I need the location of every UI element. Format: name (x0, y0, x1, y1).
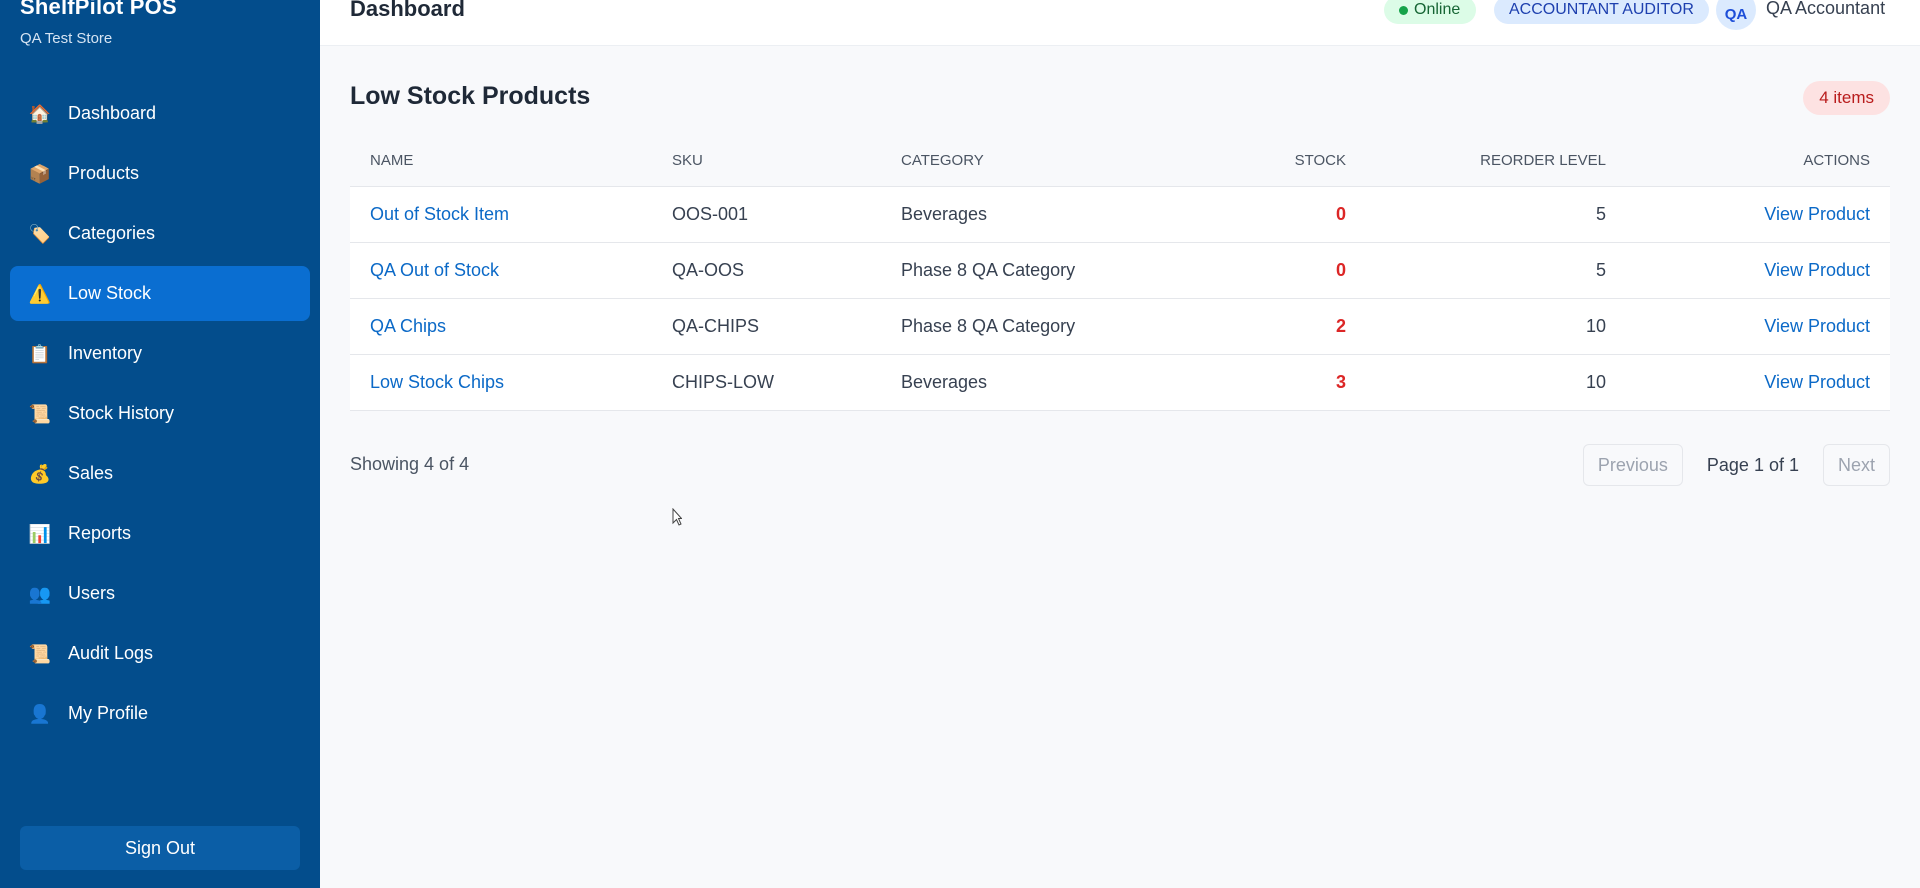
bar-chart-icon: 📊 (28, 523, 52, 544)
status-label: Online (1414, 1, 1461, 18)
category-cell: Phase 8 QA Category (881, 298, 1181, 355)
column-header-stock: STOCK (1181, 136, 1366, 187)
column-header-category: CATEGORY (881, 136, 1181, 187)
sku-cell: OOS-001 (652, 186, 881, 243)
sidebar-item-dashboard[interactable]: 🏠 Dashboard (10, 86, 310, 141)
stock-cell: 0 (1335, 259, 1346, 280)
clipboard-icon: 📋 (28, 343, 52, 364)
reorder-level-cell: 10 (1366, 298, 1626, 355)
money-bag-icon: 💰 (28, 463, 52, 484)
avatar[interactable]: QA (1716, 0, 1756, 30)
sidebar-item-my-profile[interactable]: 👤 My Profile (10, 686, 310, 741)
section-title: Low Stock Products (350, 82, 591, 110)
sidebar: ShelfPilot POS QA Test Store 🏠 Dashboard… (0, 0, 320, 888)
category-cell: Phase 8 QA Category (881, 242, 1181, 299)
user-name[interactable]: QA Accountant (1766, 0, 1885, 19)
stock-cell: 2 (1335, 315, 1346, 336)
column-header-name: NAME (350, 136, 652, 187)
item-count-badge: 4 items (1803, 81, 1890, 115)
showing-count: Showing 4 of 4 (350, 454, 470, 474)
sidebar-item-products[interactable]: 📦 Products (10, 146, 310, 201)
sidebar-item-label: Inventory (68, 343, 143, 363)
sidebar-nav: 🏠 Dashboard 📦 Products 🏷️ Categories ⚠️ … (10, 86, 310, 746)
next-page-button[interactable]: Next (1822, 444, 1890, 486)
warning-icon: ⚠️ (28, 283, 52, 304)
top-header: Dashboard Online ACCOUNTANT AUDITOR QA Q… (320, 0, 1920, 46)
brand-name: ShelfPilot POS (20, 0, 177, 19)
column-header-reorder-level: REORDER LEVEL (1366, 136, 1626, 187)
category-cell: Beverages (881, 354, 1181, 411)
category-cell: Beverages (881, 186, 1181, 243)
package-icon: 📦 (28, 163, 52, 184)
sidebar-item-reports[interactable]: 📊 Reports (10, 506, 310, 561)
view-product-link[interactable]: View Product (1764, 372, 1870, 392)
stock-cell: 0 (1335, 203, 1346, 224)
table-row: Low Stock Chips CHIPS-LOW Beverages 3 10… (350, 354, 1890, 411)
sidebar-item-label: My Profile (68, 703, 149, 723)
sidebar-item-categories[interactable]: 🏷️ Categories (10, 206, 310, 261)
tag-icon: 🏷️ (28, 223, 52, 244)
store-name: QA Test Store (20, 30, 113, 47)
scroll-icon: 📜 (28, 643, 52, 664)
status-badge: Online (1384, 0, 1477, 24)
page-info: Page 1 of 1 (1706, 454, 1799, 475)
sidebar-item-label: Reports (68, 523, 132, 543)
view-product-link[interactable]: View Product (1764, 204, 1870, 224)
sidebar-item-audit-logs[interactable]: 📜 Audit Logs (10, 626, 310, 681)
sku-cell: QA-OOS (652, 242, 881, 299)
table-header-row: NAME SKU CATEGORY STOCK REORDER LEVEL AC… (350, 136, 1890, 187)
sidebar-item-label: Stock History (68, 403, 175, 423)
scroll-icon: 📜 (28, 403, 52, 424)
sku-cell: CHIPS-LOW (652, 354, 881, 411)
sku-cell: QA-CHIPS (652, 298, 881, 355)
sidebar-item-label: Categories (68, 223, 156, 243)
sidebar-item-label: Audit Logs (68, 643, 154, 663)
view-product-link[interactable]: View Product (1764, 316, 1870, 336)
sidebar-item-sales[interactable]: 💰 Sales (10, 446, 310, 501)
status-dot-icon (1399, 6, 1408, 15)
user-icon: 👤 (28, 703, 52, 724)
pagination: Previous Page 1 of 1 Next (1582, 444, 1890, 486)
low-stock-table: NAME SKU CATEGORY STOCK REORDER LEVEL AC… (350, 136, 1890, 411)
column-header-actions: ACTIONS (1626, 136, 1890, 187)
sidebar-item-users[interactable]: 👥 Users (10, 566, 310, 621)
sidebar-item-label: Low Stock (68, 283, 152, 303)
table-row: QA Chips QA-CHIPS Phase 8 QA Category 2 … (350, 298, 1890, 355)
sidebar-item-inventory[interactable]: 📋 Inventory (10, 326, 310, 381)
product-name-link[interactable]: Low Stock Chips (370, 372, 504, 392)
sidebar-item-label: Products (68, 163, 140, 183)
page-title: Dashboard (350, 0, 465, 21)
reorder-level-cell: 5 (1366, 186, 1626, 243)
reorder-level-cell: 10 (1366, 354, 1626, 411)
role-badge: ACCOUNTANT AUDITOR (1494, 0, 1709, 24)
reorder-level-cell: 5 (1366, 242, 1626, 299)
sign-out-button[interactable]: Sign Out (20, 826, 300, 870)
column-header-sku: SKU (652, 136, 881, 187)
table-row: QA Out of Stock QA-OOS Phase 8 QA Catego… (350, 242, 1890, 299)
mouse-cursor-icon (672, 508, 682, 526)
product-name-link[interactable]: QA Chips (370, 316, 446, 336)
product-name-link[interactable]: QA Out of Stock (370, 260, 499, 280)
previous-page-button[interactable]: Previous (1582, 444, 1683, 486)
product-name-link[interactable]: Out of Stock Item (370, 204, 509, 224)
view-product-link[interactable]: View Product (1764, 260, 1870, 280)
sidebar-item-label: Users (68, 583, 116, 603)
table-row: Out of Stock Item OOS-001 Beverages 0 5 … (350, 186, 1890, 243)
sidebar-item-label: Dashboard (68, 103, 157, 123)
sidebar-item-label: Sales (68, 463, 114, 483)
users-icon: 👥 (28, 583, 52, 604)
sidebar-item-low-stock[interactable]: ⚠️ Low Stock (10, 266, 310, 321)
sidebar-item-stock-history[interactable]: 📜 Stock History (10, 386, 310, 441)
home-icon: 🏠 (28, 103, 52, 124)
stock-cell: 3 (1335, 371, 1346, 392)
